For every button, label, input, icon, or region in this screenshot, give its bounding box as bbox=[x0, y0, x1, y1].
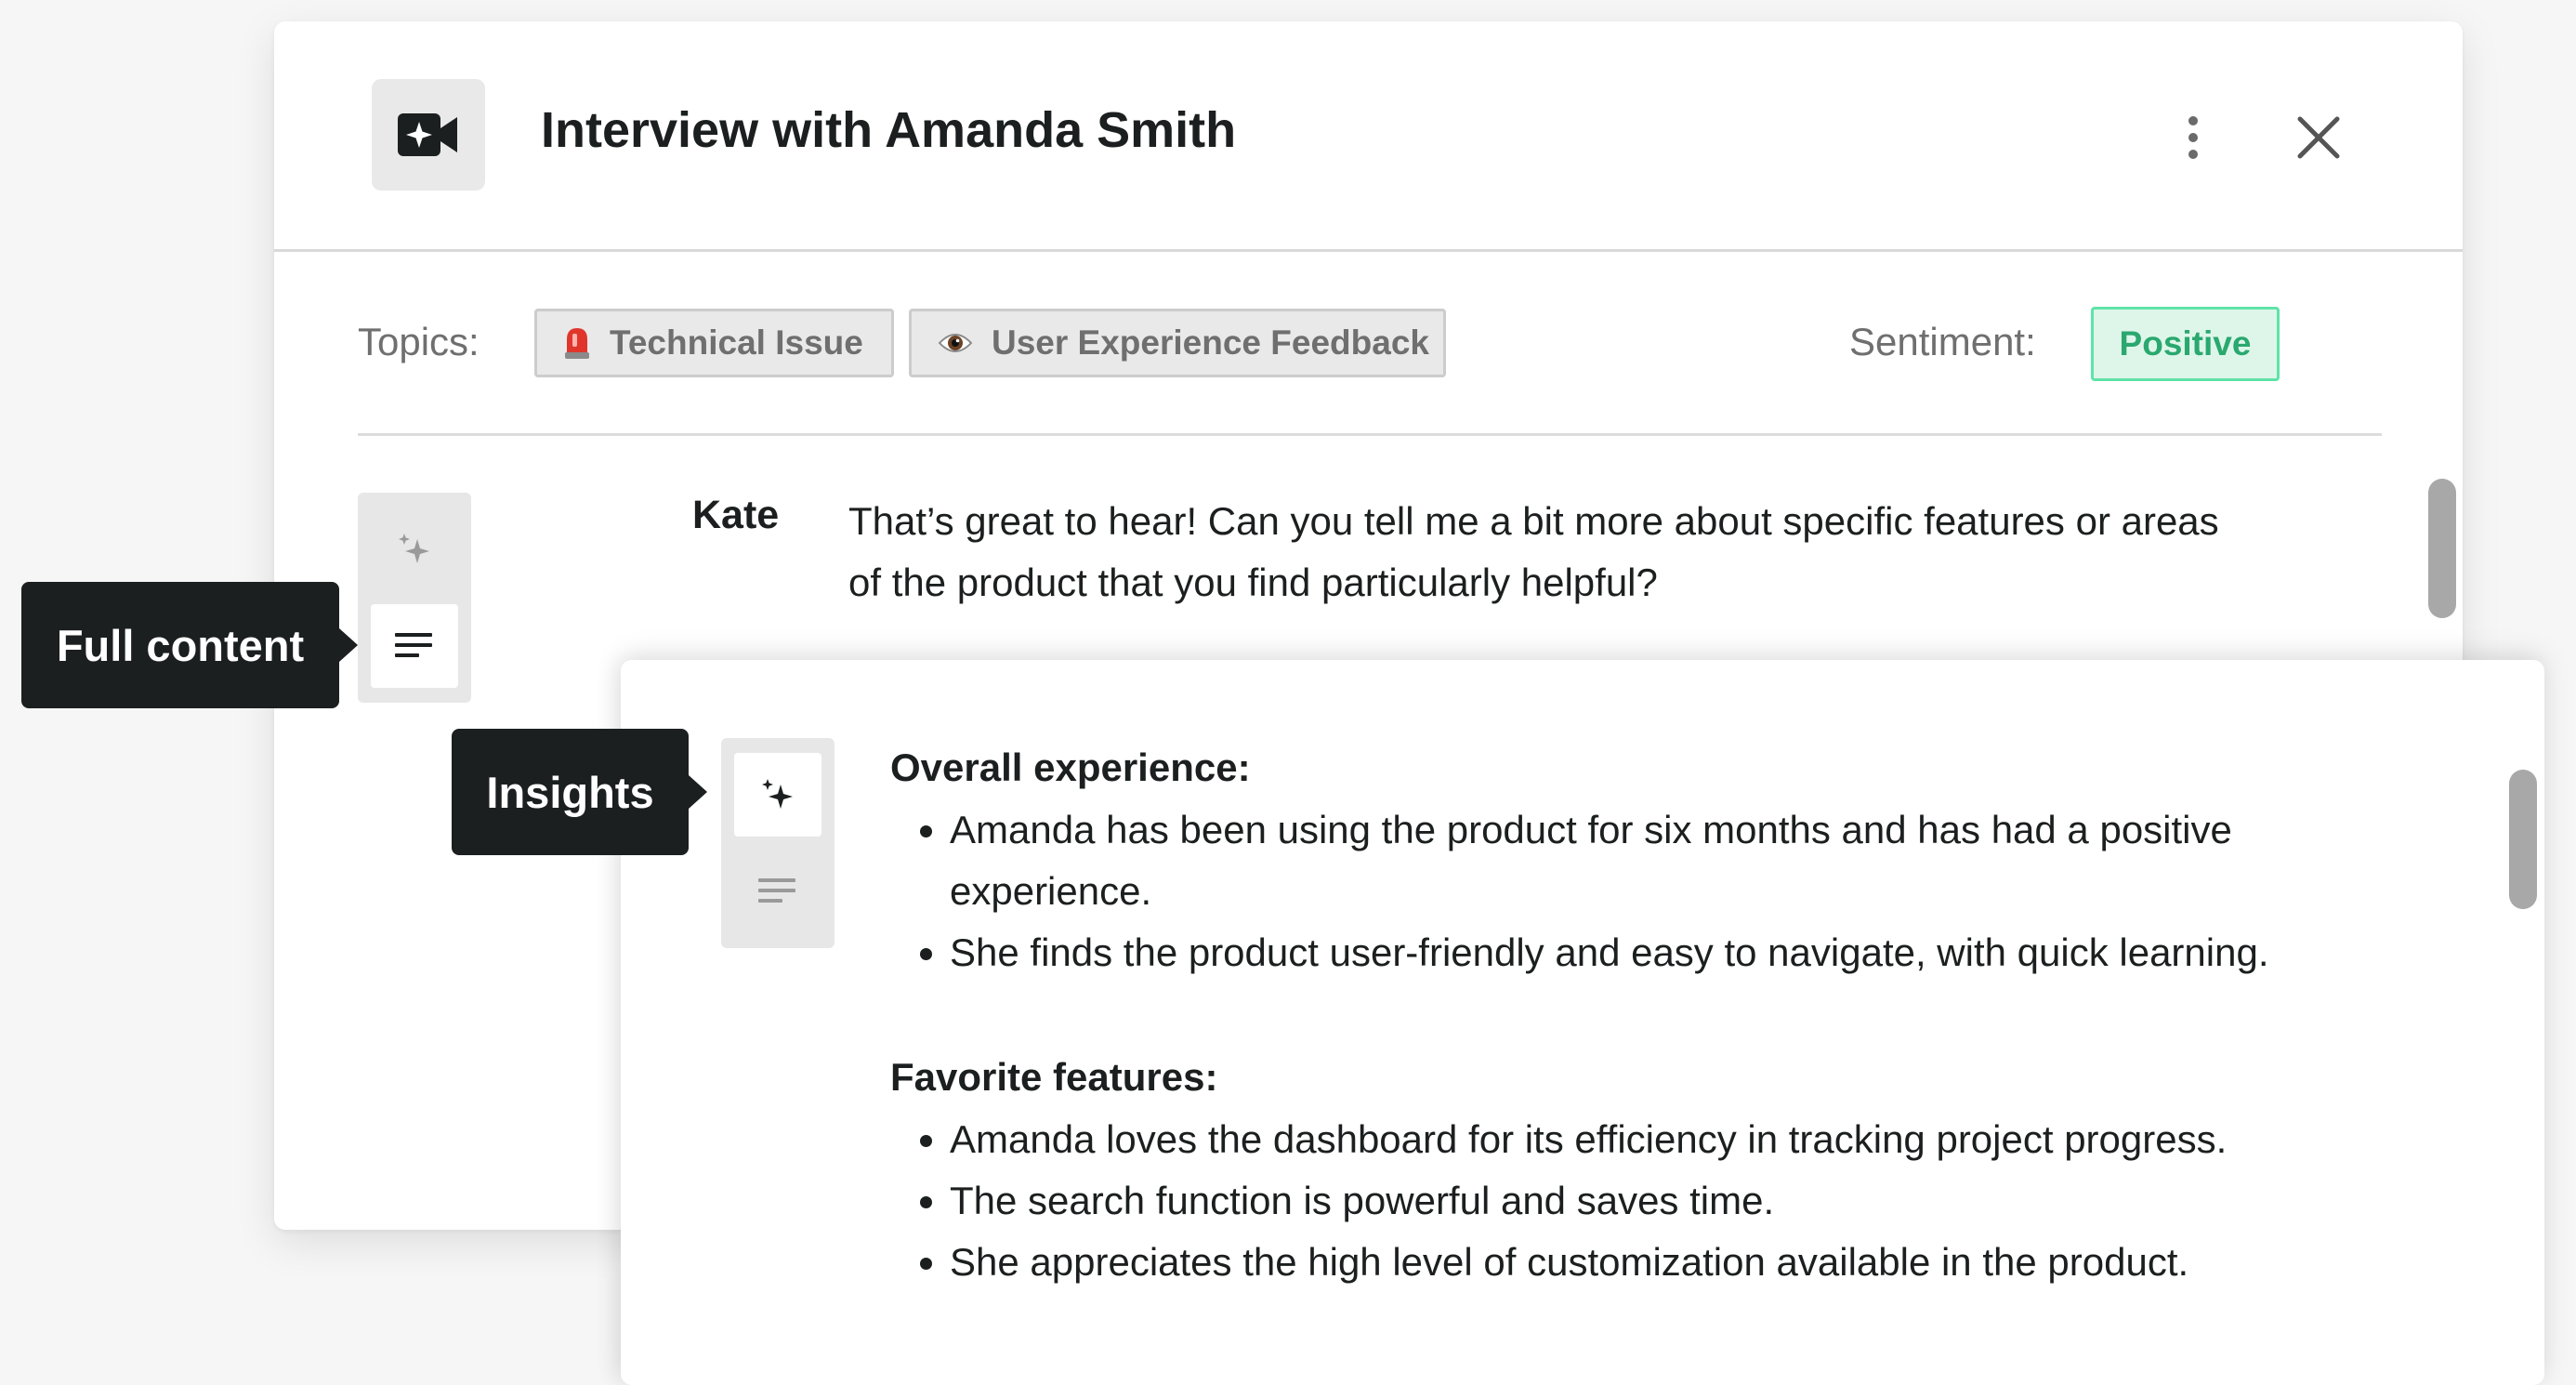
insights-tooltip: Insights bbox=[452, 729, 689, 855]
list-item: The search function is powerful and save… bbox=[950, 1170, 2455, 1232]
list-item: Amanda has been using the product for si… bbox=[950, 799, 2427, 922]
list-item: She finds the product user-friendly and … bbox=[950, 922, 2427, 983]
more-vertical-icon bbox=[2188, 116, 2198, 159]
tooltip-arrow bbox=[339, 628, 358, 662]
tooltip-arrow bbox=[689, 775, 707, 809]
transcript-scrollbar[interactable] bbox=[2428, 479, 2456, 618]
topic-chip-label: Technical Issue bbox=[610, 323, 863, 362]
sentiment-label: Sentiment: bbox=[1849, 320, 2036, 363]
siren-icon bbox=[563, 326, 591, 360]
speaker-name: Kate bbox=[692, 493, 780, 537]
insights-view-button[interactable] bbox=[734, 753, 821, 837]
insights-panel: Overall experience: Amanda has been usin… bbox=[621, 660, 2544, 1385]
lines-icon bbox=[758, 878, 795, 903]
eye-icon bbox=[938, 331, 973, 355]
full-content-view-button[interactable] bbox=[371, 604, 458, 688]
modal-title: Interview with Amanda Smith bbox=[541, 102, 1237, 158]
view-toggle-insights bbox=[721, 738, 835, 948]
sentiment-badge: Positive bbox=[2091, 307, 2280, 381]
transcript-text: That’s great to hear! Can you tell me a … bbox=[848, 499, 2219, 604]
lines-icon bbox=[395, 633, 432, 657]
topic-chip-technical-issue[interactable]: Technical Issue bbox=[534, 309, 894, 377]
insights-section-title: Overall experience: bbox=[890, 745, 1251, 789]
view-toggle-main bbox=[358, 493, 471, 703]
insights-list: Amanda has been using the product for si… bbox=[890, 799, 2427, 983]
topics-label: Topics: bbox=[358, 320, 480, 363]
insights-scrollbar[interactable] bbox=[2509, 770, 2537, 909]
more-options-button[interactable] bbox=[2170, 110, 2216, 165]
full-content-view-button[interactable] bbox=[734, 850, 821, 933]
topic-chip-user-experience-feedback[interactable]: User Experience Feedback bbox=[909, 309, 1446, 377]
list-item: She appreciates the high level of custom… bbox=[950, 1232, 2455, 1293]
sparkles-icon bbox=[399, 534, 429, 563]
insights-section-title: Favorite features: bbox=[890, 1055, 1218, 1099]
video-sparkle-icon bbox=[372, 79, 485, 191]
list-item: Amanda loves the dashboard for its effic… bbox=[950, 1109, 2455, 1170]
close-icon bbox=[2297, 116, 2340, 159]
insights-view-button[interactable] bbox=[371, 508, 458, 591]
insights-list: Amanda loves the dashboard for its effic… bbox=[890, 1109, 2455, 1293]
sparkles-icon bbox=[762, 779, 793, 809]
full-content-tooltip: Full content bbox=[21, 582, 339, 708]
close-button[interactable] bbox=[2291, 110, 2346, 165]
modal-header: Interview with Amanda Smith bbox=[274, 21, 2463, 252]
topic-chip-label: User Experience Feedback bbox=[992, 323, 1429, 362]
meta-divider bbox=[358, 433, 2382, 436]
